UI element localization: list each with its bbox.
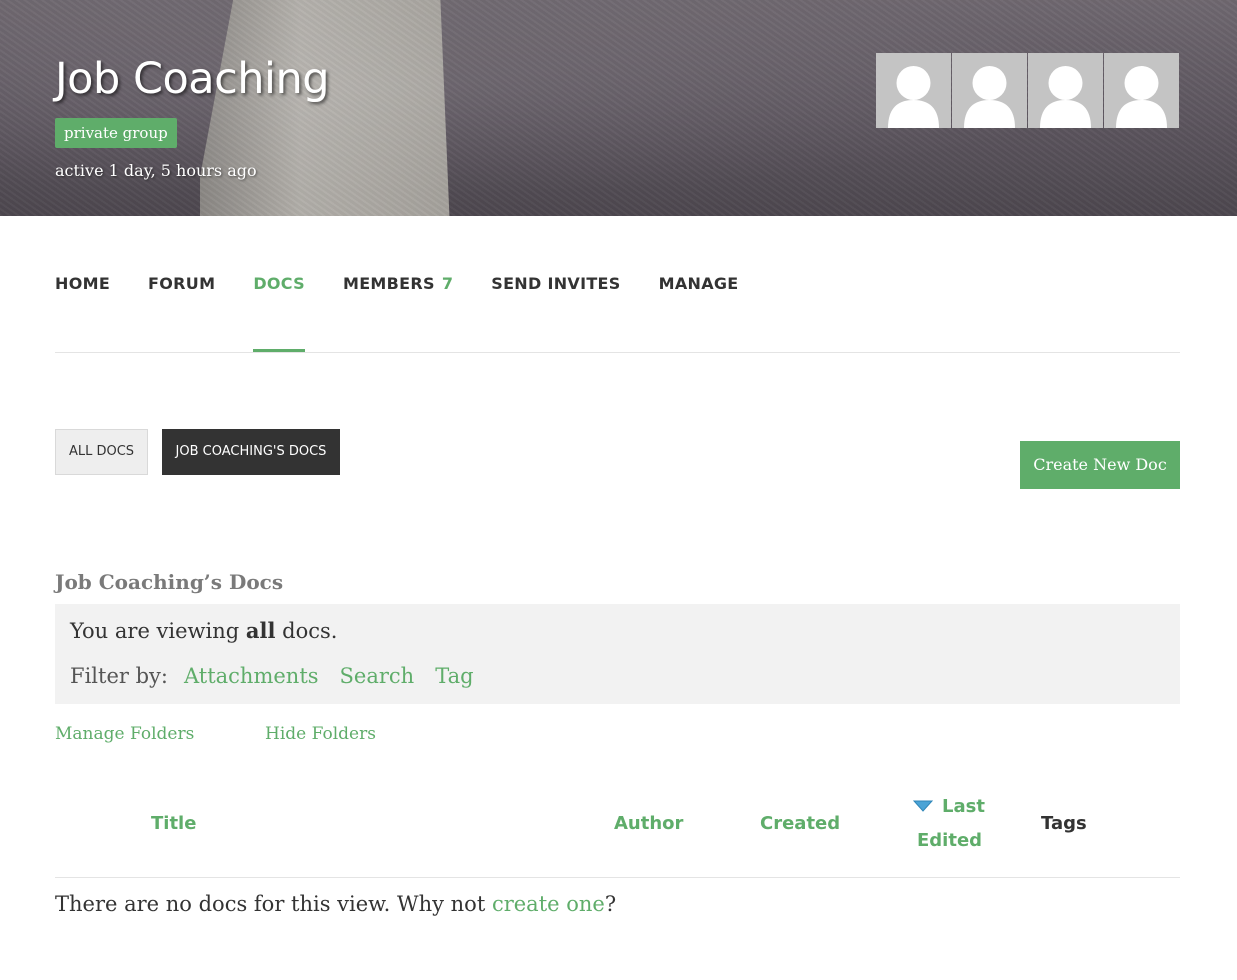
member-avatar[interactable] [1028,53,1103,128]
nav-members[interactable]: MEMBERS 7 [343,270,453,300]
column-tags: Tags [1041,813,1087,834]
viewing-status: You are viewing all docs. [70,618,338,643]
nav-manage[interactable]: MANAGE [659,270,739,300]
all-docs-button[interactable]: ALL DOCS [55,429,148,475]
viewing-scope: all [245,618,276,643]
group-title: Job Coaching [55,54,330,104]
docs-info-box: You are viewing all docs. Filter by: Att… [55,604,1180,704]
docs-heading: Job Coaching’s Docs [55,570,284,594]
member-avatar[interactable] [952,53,1027,128]
create-new-doc-button[interactable]: Create New Doc [1020,441,1180,489]
hide-folders-link[interactable]: Hide Folders [265,724,376,744]
group-nav: HOME FORUM DOCS MEMBERS 7 SEND INVITES MA… [55,270,777,352]
column-created[interactable]: Created [760,813,840,834]
nav-home[interactable]: HOME [55,270,110,300]
group-last-active: active 1 day, 5 hours ago [55,161,257,180]
filter-tag-link[interactable]: Tag [435,664,473,688]
member-avatar[interactable] [876,53,951,128]
default-user-icon [888,66,939,128]
table-header-divider [55,877,1180,878]
nav-send-invites[interactable]: SEND INVITES [491,270,620,300]
group-header: Job Coaching private group active 1 day,… [0,0,1237,216]
default-user-icon [1116,66,1167,128]
filter-search-link[interactable]: Search [340,664,415,688]
nav-divider [55,352,1180,353]
column-title[interactable]: Title [151,813,196,834]
column-last-edited-line1[interactable]: Last [942,796,985,817]
manage-folders-link[interactable]: Manage Folders [55,724,194,744]
empty-state-message: There are no docs for this view. Why not… [55,892,617,916]
filter-label: Filter by: [70,664,168,688]
group-type-badge: private group [55,118,177,148]
nav-forum[interactable]: FORUM [148,270,215,300]
member-avatar[interactable] [1104,53,1179,128]
column-last-edited-line2[interactable]: Edited [917,830,982,851]
nav-members-label: MEMBERS [342,274,435,293]
default-user-icon [1040,66,1091,128]
filter-row: Filter by: Attachments Search Tag [70,664,495,688]
sort-descending-icon[interactable] [913,800,933,812]
group-docs-button[interactable]: JOB COACHING'S DOCS [162,429,340,475]
column-author[interactable]: Author [614,813,683,834]
nav-docs[interactable]: DOCS [253,270,305,352]
default-user-icon [964,66,1015,128]
create-one-link[interactable]: create one [492,892,605,916]
group-members-avatars [876,53,1180,128]
filter-attachments-link[interactable]: Attachments [184,664,319,688]
members-count-badge: 7 [441,274,454,293]
